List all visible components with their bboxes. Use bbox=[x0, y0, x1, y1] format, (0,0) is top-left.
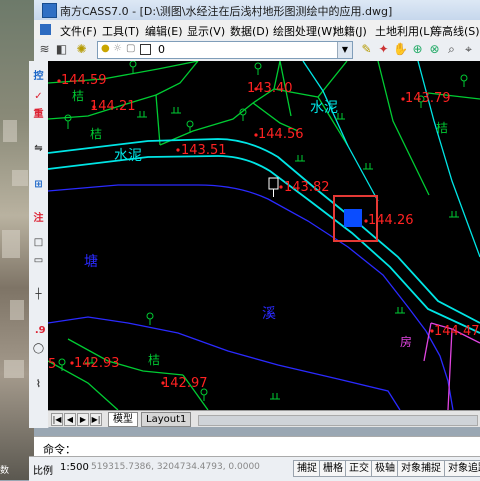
layout-tabbar: |◀ ◀ ▶ ▶| 模型 Layout1 bbox=[48, 410, 480, 427]
tool-redraw-icon[interactable]: 重 bbox=[31, 107, 46, 122]
menu-edit[interactable]: 编辑(E) bbox=[145, 23, 183, 39]
elev-label: 144.26 bbox=[368, 213, 414, 228]
elev-label: 144.21 bbox=[90, 99, 136, 114]
osnap-button[interactable]: 对象捕捉 bbox=[397, 460, 445, 477]
scale-label: 比例 bbox=[33, 466, 53, 477]
layer-color-swatch bbox=[140, 44, 151, 55]
otrack-button[interactable]: 对象追踪 bbox=[444, 460, 480, 477]
app-icon bbox=[42, 3, 57, 18]
menu-cadastral[interactable]: 地籍(J) bbox=[333, 23, 367, 39]
command-prompt: 命令： bbox=[43, 443, 76, 456]
polar-button[interactable]: 极轴 bbox=[371, 460, 399, 477]
menu-contour[interactable]: 等高线(S) bbox=[431, 23, 480, 39]
grid-button[interactable]: 栅格 bbox=[319, 460, 347, 477]
doc-icon[interactable] bbox=[40, 24, 51, 35]
prev-tab-icon[interactable]: ◀ bbox=[64, 413, 76, 426]
layer-prev-icon[interactable]: ◧ bbox=[54, 42, 69, 57]
zoom-extents-icon[interactable]: ⌖ bbox=[461, 42, 476, 57]
menu-data[interactable]: 数据(D) bbox=[230, 23, 269, 39]
elev-label: 143.40 bbox=[247, 81, 293, 96]
snap-button[interactable]: 捕捉 bbox=[293, 460, 321, 477]
water-label: 塘 bbox=[84, 254, 98, 270]
menu-landuse[interactable]: 土地利用(L) bbox=[375, 23, 434, 39]
first-tab-icon[interactable]: |◀ bbox=[51, 413, 63, 426]
tool-wave-icon[interactable]: ⌇ bbox=[31, 377, 46, 392]
elev-label: 142.97 bbox=[162, 376, 208, 391]
command-line[interactable]: 命令： bbox=[34, 436, 480, 457]
coordinates: 519315.7386, 3204734.4793, 0.0000 bbox=[91, 462, 260, 472]
tool-swap-icon[interactable]: ⇋ bbox=[31, 141, 46, 156]
ortho-button[interactable]: 正交 bbox=[345, 460, 373, 477]
tool-cross-icon[interactable]: ┼ bbox=[31, 287, 46, 302]
drawing-canvas[interactable]: 144.59 144.21 143.40 143.79 144.56 143.5… bbox=[48, 61, 480, 410]
zoom-realtime-icon[interactable]: ⊕ bbox=[410, 42, 425, 57]
elev-label: 144.59 bbox=[61, 73, 107, 88]
elev-label: 143.79 bbox=[405, 91, 451, 106]
tab-model[interactable]: 模型 bbox=[108, 412, 138, 427]
elev-label: 142.93 bbox=[74, 356, 120, 371]
veg-label: 桔 bbox=[436, 121, 449, 135]
next-tab-icon[interactable]: ▶ bbox=[77, 413, 89, 426]
chevron-down-icon[interactable]: ▼ bbox=[337, 42, 352, 58]
zoom-window-icon[interactable]: ⊗ bbox=[427, 42, 442, 57]
menu-file[interactable]: 文件(F) bbox=[60, 23, 97, 39]
menu-view[interactable]: 显示(V) bbox=[187, 23, 225, 39]
toolbar: ≋ ◧ ✺ ● ☼ ▢ 0 ▼ ✎ ✦ ✋ ⊕ ⊗ ⌕ ⌖ bbox=[34, 39, 480, 62]
layer-freeze-icon: ☼ bbox=[113, 43, 122, 54]
veg-label: 桔 bbox=[72, 89, 85, 103]
grip-handle[interactable] bbox=[344, 209, 362, 227]
elev-label: 143.82 bbox=[284, 180, 330, 195]
window-title: 南方CASS7.0 - [D:\测图\水经注在后浅村地形图测绘中的应用.dwg] bbox=[60, 5, 393, 18]
scale-value[interactable]: 1:500 bbox=[60, 462, 89, 473]
desktop-label: 数 bbox=[0, 466, 10, 476]
layer-lock-icon: ▢ bbox=[126, 43, 136, 54]
water-label: 溪 bbox=[262, 306, 276, 322]
pencil-icon[interactable]: ✎ bbox=[359, 42, 374, 57]
tool-rect-icon[interactable]: □ bbox=[31, 235, 46, 250]
edge-digit: 5 bbox=[48, 357, 57, 372]
monument-symbol bbox=[268, 177, 279, 197]
menu-drawing[interactable]: 绘图处理(W) bbox=[273, 23, 336, 39]
title-bar: 南方CASS7.0 - [D:\测图\水经注在后浅村地形图测绘中的应用.dwg] bbox=[34, 0, 480, 21]
last-tab-icon[interactable]: ▶| bbox=[90, 413, 102, 426]
elev-label: 144.47 bbox=[434, 324, 480, 339]
status-bar: 比例 1:500 519315.7386, 3204734.4793, 0.00… bbox=[29, 456, 480, 481]
tool-control-icon[interactable]: 控 bbox=[31, 69, 46, 84]
tool-grid-icon[interactable]: ⊞ bbox=[31, 177, 46, 192]
zoom-prev-icon[interactable]: ⌕ bbox=[444, 42, 459, 57]
tool-check-icon[interactable]: ✓ bbox=[31, 89, 46, 104]
house-label: 房 bbox=[400, 335, 413, 349]
bulb-icon[interactable]: ✺ bbox=[74, 42, 89, 57]
menu-bar: 文件(F) 工具(T) 编辑(E) 显示(V) 数据(D) 绘图处理(W) 地籍… bbox=[34, 20, 480, 40]
tool-circle-icon[interactable]: ◯ bbox=[31, 341, 46, 356]
horizontal-scrollbar[interactable] bbox=[198, 415, 478, 426]
veg-label: 桔 bbox=[148, 353, 161, 367]
layer-on-icon: ● bbox=[101, 43, 110, 54]
road-label: 水泥 bbox=[310, 100, 338, 116]
layer-select[interactable]: ● ☼ ▢ 0 ▼ bbox=[97, 41, 353, 59]
veg-label: 桔 bbox=[90, 127, 103, 141]
menu-tools[interactable]: 工具(T) bbox=[102, 23, 139, 39]
left-toolbar: 控 ✓ 重 ⇋ ⊞ 注 □ ▭ ┼ .9 ◯ ⌇ bbox=[29, 61, 49, 428]
pan-icon[interactable]: ✋ bbox=[393, 42, 408, 57]
road-label: 水泥 bbox=[114, 148, 142, 164]
tool-number-icon[interactable]: .9 bbox=[31, 323, 46, 338]
elev-label: 144.56 bbox=[258, 127, 304, 142]
tool-frame-icon[interactable]: ▭ bbox=[31, 253, 46, 268]
tab-layout1[interactable]: Layout1 bbox=[141, 412, 192, 427]
elev-label: 143.51 bbox=[181, 143, 227, 158]
tool-annotate-icon[interactable]: 注 bbox=[31, 211, 46, 226]
match-prop-icon[interactable]: ✦ bbox=[376, 42, 391, 57]
layers-icon[interactable]: ≋ bbox=[37, 42, 52, 57]
layer-value: 0 bbox=[158, 43, 165, 56]
